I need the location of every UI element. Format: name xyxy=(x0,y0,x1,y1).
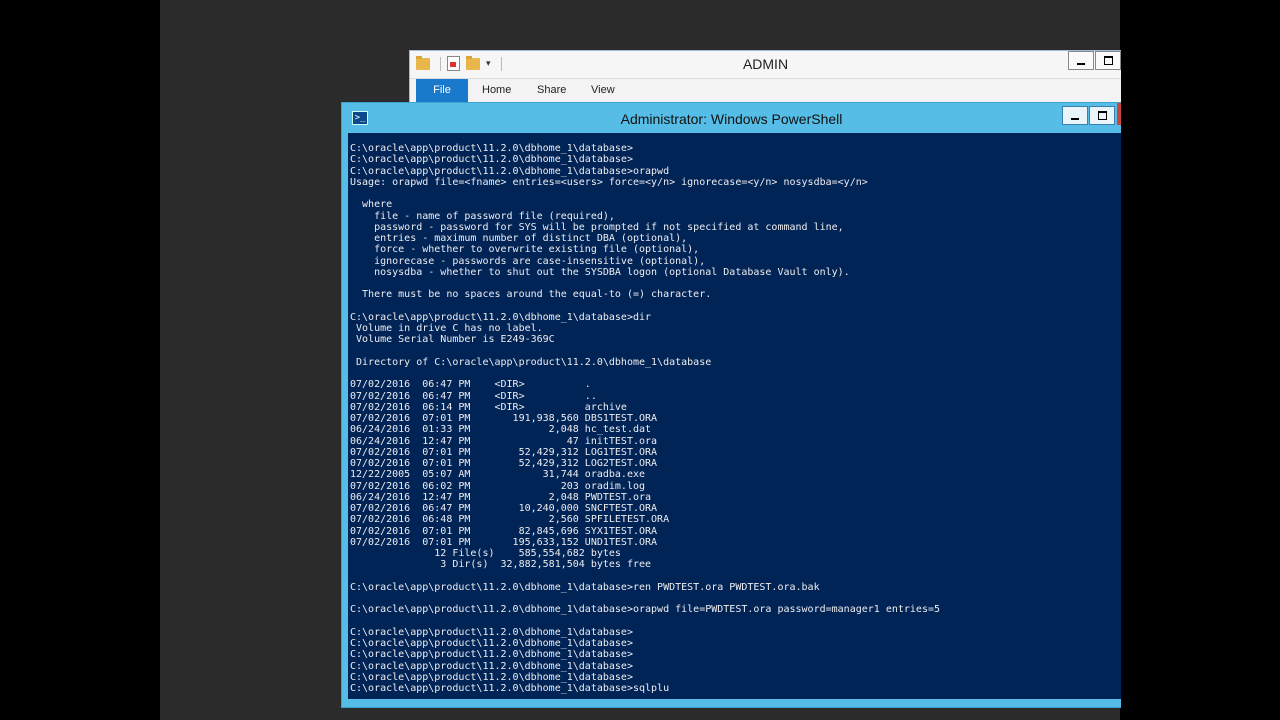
console-line: Volume in drive C has no label. xyxy=(350,323,543,334)
console-line: 12/22/2005 05:07 AM 31,744 oradba.exe xyxy=(350,469,646,481)
maximize-button[interactable] xyxy=(1089,106,1115,125)
console-line: There must be no spaces around the equal… xyxy=(350,289,712,301)
tab-home[interactable]: Home xyxy=(470,79,523,102)
powershell-window-controls xyxy=(1061,106,1115,125)
console-line: C:\oracle\app\product\11.2.0\dbhome_1\da… xyxy=(350,649,633,661)
console-line: 07/02/2016 06:48 PM 2,560 SPFILETEST.ORA xyxy=(350,514,670,526)
powershell-window[interactable]: >_ Administrator: Windows PowerShell C:\… xyxy=(341,102,1121,708)
tab-file[interactable]: File xyxy=(416,79,468,102)
powershell-title: Administrator: Windows PowerShell xyxy=(620,111,843,127)
console-line: Volume Serial Number is E249-369C xyxy=(350,334,555,346)
console-line: C:\oracle\app\product\11.2.0\dbhome_1\da… xyxy=(350,165,670,177)
console-line: 07/02/2016 06:47 PM 10,240,000 SNCFTEST.… xyxy=(350,503,658,514)
minimize-button[interactable] xyxy=(1062,106,1088,125)
console-line: C:\oracle\app\product\11.2.0\dbhome_1\da… xyxy=(350,581,820,593)
ribbon-tabs: File Home Share View xyxy=(410,78,1121,102)
console-line: C:\oracle\app\product\11.2.0\dbhome_1\da… xyxy=(350,154,633,166)
console-line: 07/02/2016 07:01 PM 191,938,560 DBS1TEST… xyxy=(350,413,658,424)
console-line: 07/02/2016 07:01 PM 195,633,152 UND1TEST… xyxy=(350,536,658,548)
console-line: C:\oracle\app\product\11.2.0\dbhome_1\da… xyxy=(350,671,633,683)
console-line: 07/02/2016 06:02 PM 203 oradim.log xyxy=(350,480,646,492)
file-explorer-window[interactable]: ▾ ADMIN File Home Share View xyxy=(409,50,1121,108)
console-line: 06/24/2016 12:47 PM 2,048 PWDTEST.ora xyxy=(350,491,652,503)
explorer-window-controls xyxy=(1067,51,1121,70)
console-line: force - whether to overwrite existing fi… xyxy=(350,244,700,256)
console-line: 07/02/2016 07:01 PM 82,845,696 SYX1TEST.… xyxy=(350,525,658,537)
console-line: C:\oracle\app\product\11.2.0\dbhome_1\da… xyxy=(350,683,670,694)
console-line: where xyxy=(350,199,393,211)
close-button[interactable] xyxy=(1117,103,1121,125)
maximize-button[interactable] xyxy=(1095,51,1121,70)
console-line: 06/24/2016 01:33 PM 2,048 hc_test.dat xyxy=(350,424,652,436)
console-line: 07/02/2016 06:47 PM <DIR> . xyxy=(350,379,591,391)
console-line: 07/02/2016 06:14 PM <DIR> archive xyxy=(350,401,627,413)
console-line: file - name of password file (required), xyxy=(350,210,615,222)
explorer-title: ADMIN xyxy=(742,56,789,72)
console-line: C:\oracle\app\product\11.2.0\dbhome_1\da… xyxy=(350,660,633,672)
console-output[interactable]: C:\oracle\app\product\11.2.0\dbhome_1\da… xyxy=(348,133,1121,699)
console-text: C:\oracle\app\product\11.2.0\dbhome_1\da… xyxy=(348,133,1121,694)
console-line: 12 File(s) 585,554,682 bytes xyxy=(350,548,621,559)
console-line: 07/02/2016 06:47 PM <DIR> .. xyxy=(350,390,597,402)
tab-view[interactable]: View xyxy=(579,79,627,102)
console-line: Directory of C:\oracle\app\product\11.2.… xyxy=(350,356,712,368)
console-line: password - password for SYS will be prom… xyxy=(350,221,844,233)
minimize-button[interactable] xyxy=(1068,51,1094,70)
console-line: 3 Dir(s) 32,882,581,504 bytes free xyxy=(350,559,652,571)
console-line: nosysdba - whether to shut out the SYSDB… xyxy=(350,266,850,278)
console-line: C:\oracle\app\product\11.2.0\dbhome_1\da… xyxy=(350,311,652,323)
console-line: entries - maximum number of distinct DBA… xyxy=(350,233,688,244)
console-line: ignorecase - passwords are case-insensit… xyxy=(350,255,706,267)
explorer-titlebar[interactable]: ▾ ADMIN xyxy=(410,51,1121,78)
console-line: 07/02/2016 07:01 PM 52,429,312 LOG2TEST.… xyxy=(350,458,658,469)
minimize-icon xyxy=(1071,117,1079,120)
console-line: Usage: orapwd file=<fname> entries=<user… xyxy=(350,176,868,188)
console-line: C:\oracle\app\product\11.2.0\dbhome_1\da… xyxy=(350,638,633,649)
tab-share[interactable]: Share xyxy=(525,79,578,102)
console-line: 06/24/2016 12:47 PM 47 initTEST.ora xyxy=(350,435,658,447)
console-line: 07/02/2016 07:01 PM 52,429,312 LOG1TEST.… xyxy=(350,446,658,458)
maximize-icon xyxy=(1103,56,1113,65)
minimize-icon xyxy=(1077,62,1085,65)
maximize-icon xyxy=(1097,111,1107,120)
console-line: C:\oracle\app\product\11.2.0\dbhome_1\da… xyxy=(350,143,633,154)
powershell-titlebar[interactable]: >_ Administrator: Windows PowerShell xyxy=(342,103,1121,133)
console-line: C:\oracle\app\product\11.2.0\dbhome_1\da… xyxy=(350,626,633,638)
console-line: C:\oracle\app\product\11.2.0\dbhome_1\da… xyxy=(350,604,941,616)
